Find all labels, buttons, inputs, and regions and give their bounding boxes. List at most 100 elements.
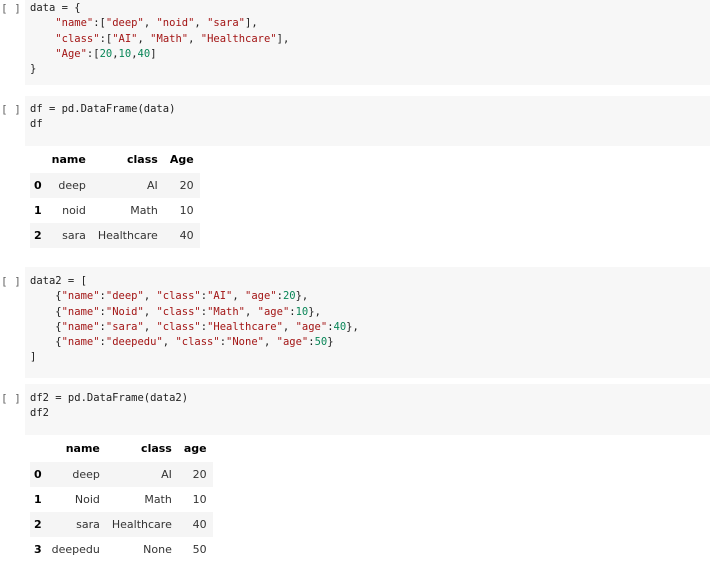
table-cell: Math [130, 204, 158, 217]
table-header-row: name class age [30, 434, 213, 462]
code-string-token: "class" [175, 336, 220, 349]
code-line: df = pd.DataFrame(data) [30, 102, 710, 117]
code-token: , [282, 320, 296, 333]
code-token: , [245, 305, 258, 318]
code-token: , [188, 32, 201, 45]
code-string-token: "Noid" [105, 305, 144, 318]
code-string-token: "noid" [156, 17, 195, 30]
table-cell: AI [105, 462, 178, 487]
code-number-token: 40 [333, 320, 347, 333]
column-header: class [127, 152, 158, 166]
code-editor[interactable]: data2 = [ {"name":"deep", "class":"AI", … [25, 267, 710, 378]
code-line: data = { [30, 1, 710, 16]
table-cell: sara [45, 223, 92, 248]
table-row: 3 deepedu None 50 [30, 537, 213, 562]
table-cell: 20 [177, 462, 213, 487]
table-cell: None [143, 543, 172, 556]
code-token: :[ [99, 32, 113, 45]
table-cell: Noid [74, 493, 100, 506]
table-cell: 40 [163, 223, 200, 248]
run-cell-button[interactable]: [ ] [1, 275, 23, 289]
code-string-token: "class" [156, 320, 201, 333]
code-line: df2 [30, 406, 710, 421]
index-header [30, 434, 46, 462]
code-line: "class":["AI", "Math", "Healthcare"], [30, 32, 710, 47]
code-string-token: "Math" [150, 32, 189, 45]
code-token: ], [245, 17, 258, 30]
code-token: :[ [86, 47, 100, 60]
code-editor[interactable]: df2 = pd.DataFrame(data2) df2 [25, 384, 710, 435]
table-cell: Healthcare [91, 223, 164, 248]
code-token: df2 = pd.DataFrame(data2) [30, 392, 189, 404]
code-string-token: "deep" [105, 290, 144, 303]
code-token: { [30, 320, 62, 333]
run-cell-button[interactable]: [ ] [1, 103, 23, 117]
code-token: { [30, 336, 62, 349]
code-string-token: "deepedu" [105, 336, 163, 349]
code-string-token: "sara" [105, 320, 144, 333]
table-cell: 20 [163, 173, 200, 198]
column-header: age [183, 441, 207, 455]
code-token: ] [150, 47, 157, 60]
code-string-token: "class" [156, 305, 201, 318]
code-token: }, [346, 320, 359, 333]
row-index: 2 [30, 223, 46, 248]
row-index: 2 [30, 512, 46, 537]
code-string-token: "name" [61, 320, 100, 333]
code-string-token: "Age" [55, 47, 87, 60]
code-string-token: "deep" [105, 17, 144, 30]
row-index: 1 [34, 204, 42, 217]
code-token: ], [276, 32, 290, 45]
code-string-token: "name" [61, 336, 100, 349]
code-line: {"name":"deep", "class":"AI", "age":20}, [30, 289, 710, 304]
code-line: ] [30, 350, 710, 365]
code-line: df2 = pd.DataFrame(data2) [30, 391, 710, 406]
table-cell: deep [45, 173, 92, 198]
code-line: {"name":"deepedu", "class":"None", "age"… [30, 335, 710, 350]
code-string-token: "Math" [207, 305, 245, 318]
code-string-token: "AI" [112, 32, 138, 45]
code-string-token: "age" [295, 320, 328, 333]
row-index: 0 [30, 173, 46, 198]
code-editor[interactable]: df = pd.DataFrame(data) df [25, 96, 710, 146]
table-row: 2 sara Healthcare 40 [30, 512, 213, 537]
code-string-token: "Healthcare" [200, 32, 277, 45]
dataframe-table: name class Age 0 deep AI 20 1 noid Math 10 2 sara Hea… [30, 145, 200, 248]
run-cell-button[interactable]: [ ] [1, 392, 23, 406]
code-token: { [30, 305, 62, 318]
code-string-token: "name" [61, 290, 100, 303]
code-string-token: "AI" [207, 290, 233, 303]
code-token: data = { [30, 2, 81, 14]
code-number-token: 10 [118, 47, 132, 60]
row-index: 0 [30, 462, 46, 487]
table-row: 2 sara Healthcare 40 [30, 223, 200, 248]
table-row: 0 deep AI 20 [30, 462, 213, 487]
code-line: df [30, 117, 710, 132]
code-string-token: "sara" [207, 17, 246, 30]
code-editor[interactable]: data = { "name" :[ "deep", "noid", "sara"]… [25, 0, 710, 85]
run-cell-button[interactable]: [ ] [1, 2, 23, 16]
code-line: } [30, 62, 710, 77]
code-string-token: "age" [245, 290, 277, 303]
code-token: , [263, 336, 277, 349]
code-token: , [137, 32, 151, 45]
cell-output-dataframe: name class age 0 deep AI 20 1 Noid Math 10 2 sara Hea… [30, 434, 213, 562]
code-number-token: 20 [99, 47, 113, 60]
table-cell: 50 [192, 543, 207, 556]
dataframe-table: name class age 0 deep AI 20 1 Noid Math 10 2 sara Hea… [30, 434, 213, 562]
code-token: , [232, 290, 246, 303]
code-token: df2 [30, 407, 49, 420]
code-number-token: 10 [295, 305, 309, 318]
code-string-token: "name" [55, 17, 94, 30]
table-cell: AI [91, 173, 164, 198]
row-index: 1 [34, 493, 42, 506]
code-line: "Age":[20,10,40] [30, 47, 710, 62]
index-header [30, 145, 46, 173]
code-token: , [143, 290, 157, 303]
cell-output-dataframe: name class Age 0 deep AI 20 1 noid Math 10 2 sara Hea… [30, 145, 200, 248]
table-cell: 10 [179, 204, 194, 217]
table-cell: Healthcare [105, 512, 178, 537]
code-number-token: 20 [282, 290, 296, 303]
